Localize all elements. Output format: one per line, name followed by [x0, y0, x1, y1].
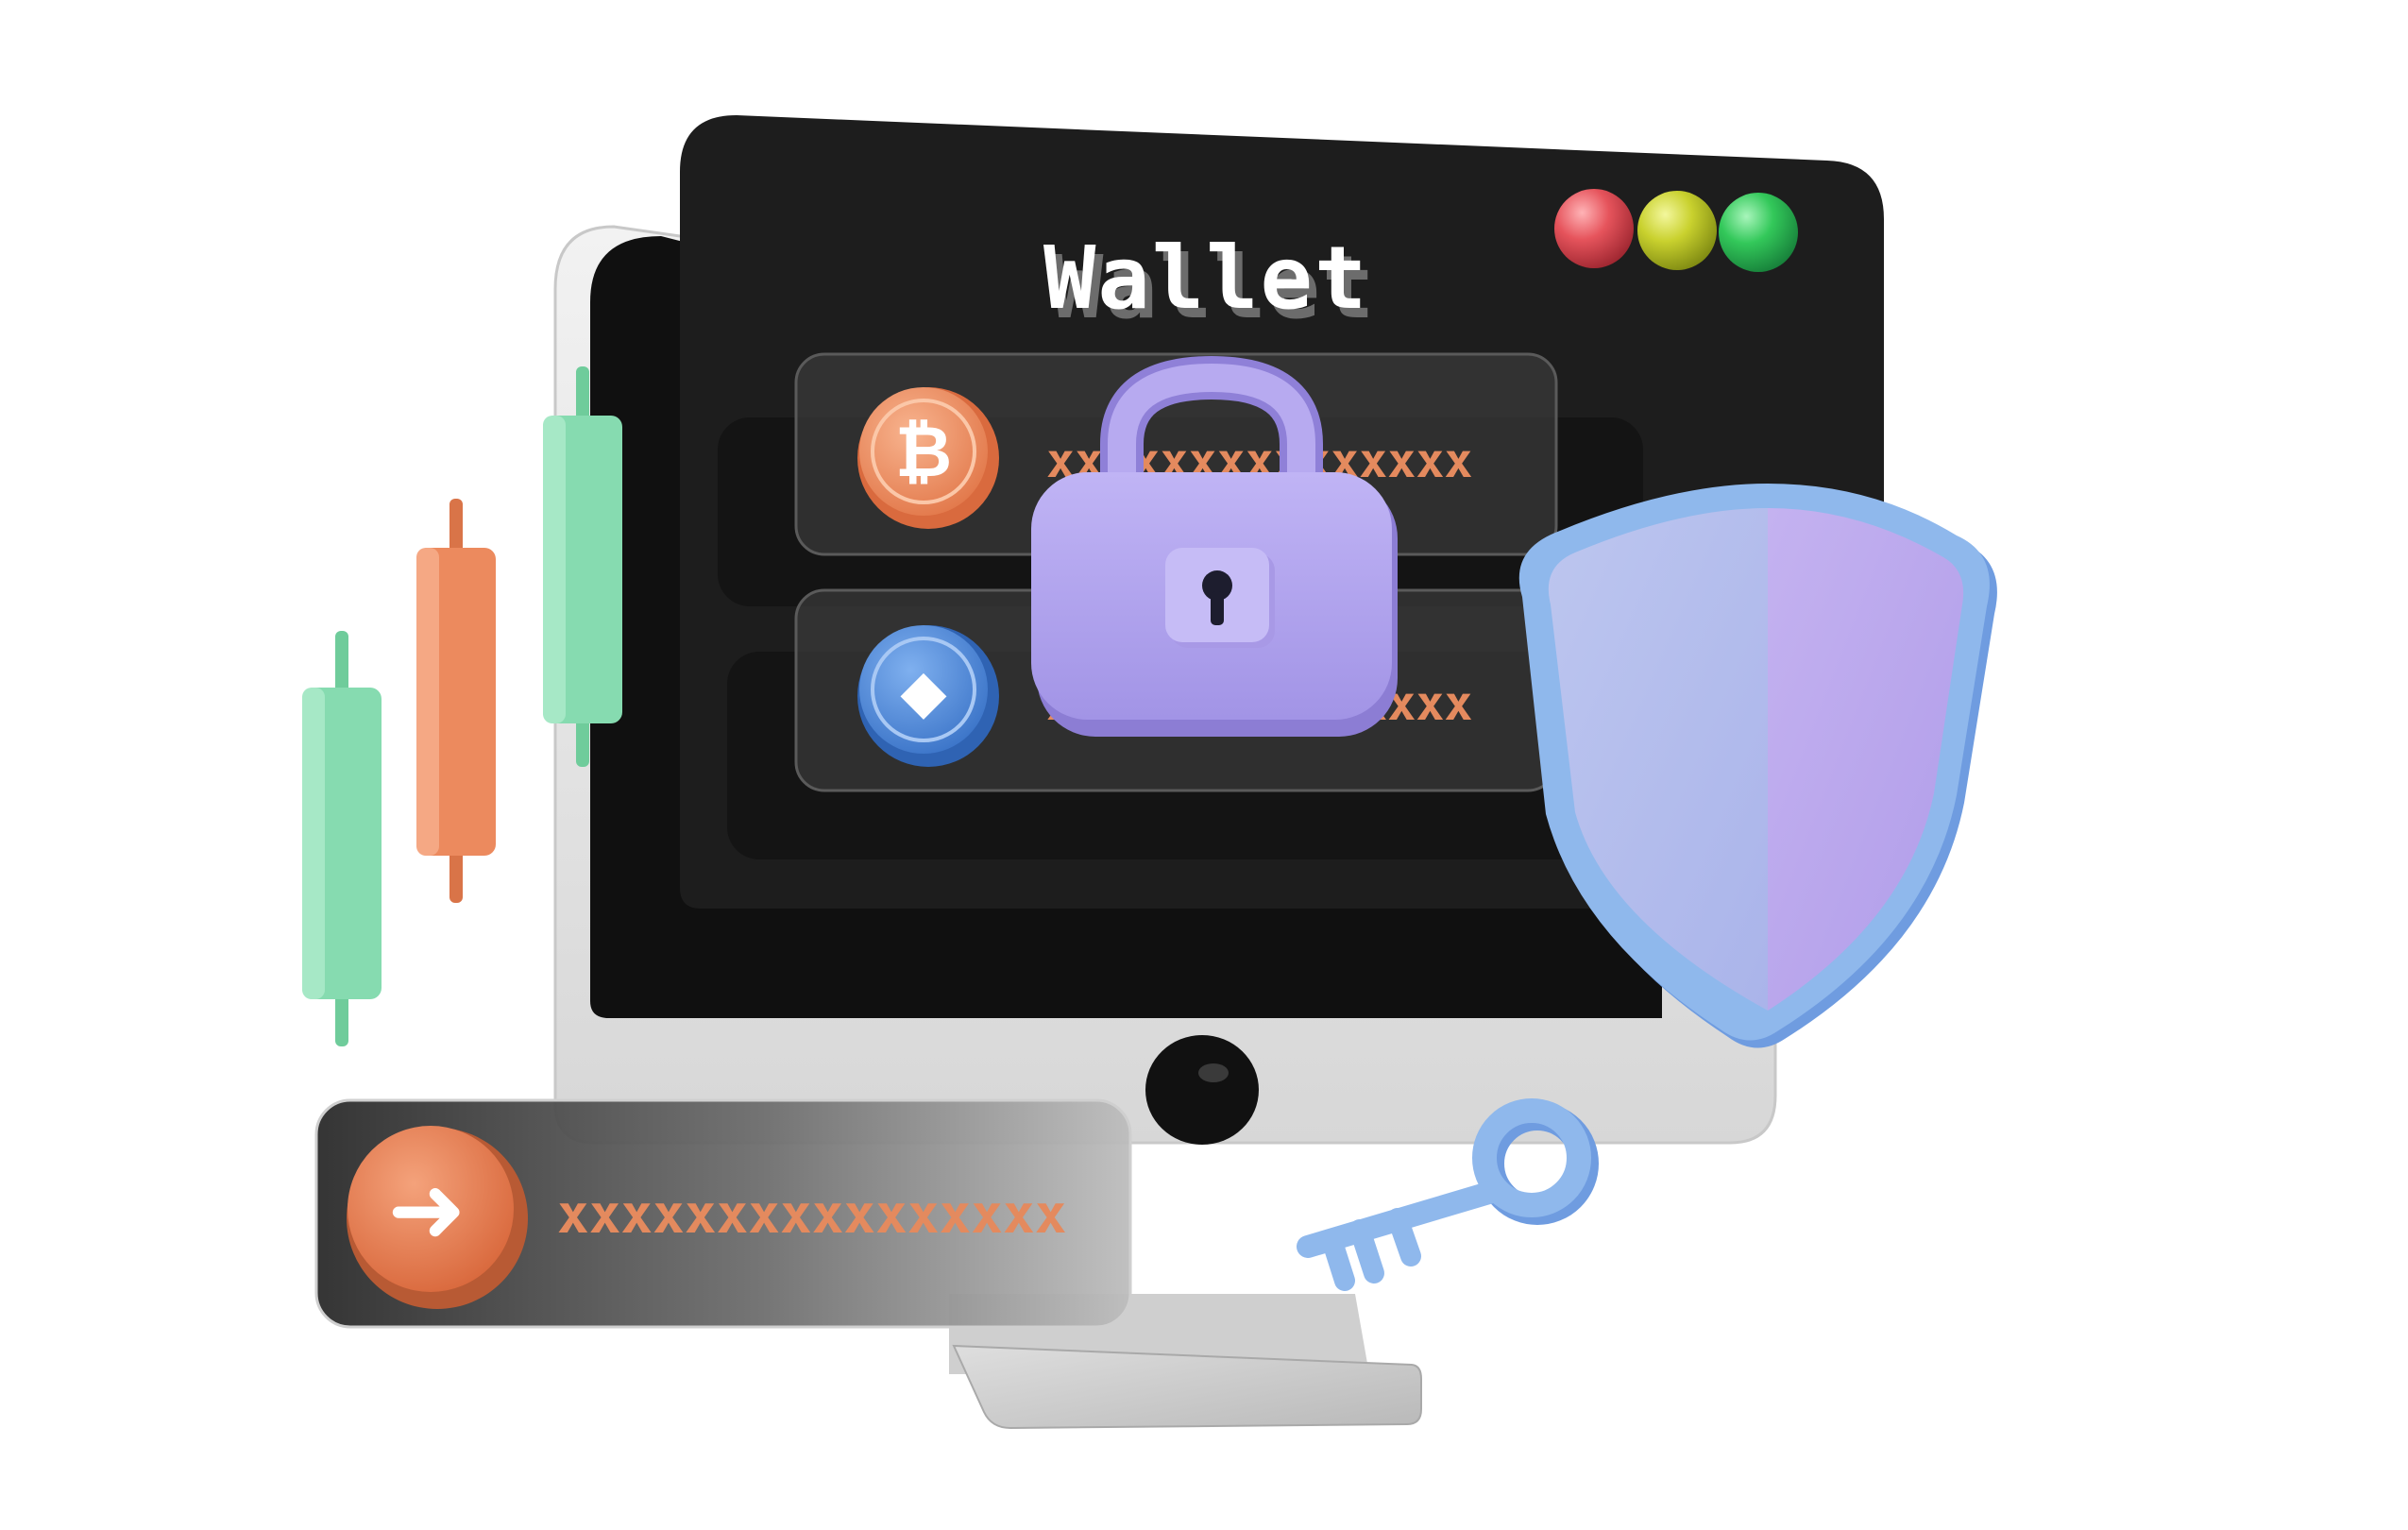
transfer-masked-address: xxxxxxxxxxxxxxxx [557, 1184, 1066, 1246]
close-button[interactable] [1554, 189, 1634, 268]
minimize-button[interactable] [1637, 191, 1717, 270]
transfer-bar[interactable]: ➜ xxxxxxxxxxxxxxxx [314, 1098, 1132, 1329]
ethereum-glyph: ◆ [900, 657, 947, 727]
bitcoin-glyph: ₿ [895, 412, 952, 493]
wallet-title: Wallet [1043, 228, 1368, 329]
candle-green-tall [543, 366, 622, 767]
candle-orange [416, 499, 496, 903]
bitcoin-coin-icon: ₿ [857, 387, 999, 529]
monitor-camera [1145, 1035, 1259, 1145]
illustration-stage: Wallet Wallet ₿ xxxxxxxxxxxxxxx ◆ ➜ xxxx… [0, 0, 2408, 1530]
candle-green-small [302, 631, 382, 1046]
crypto-wallet-security-illustration: Wallet Wallet ₿ xxxxxxxxxxxxxxx ◆ ➜ xxxx… [302, 115, 1997, 1430]
maximize-button[interactable] [1719, 193, 1798, 272]
window-buttons[interactable] [1554, 189, 1798, 272]
arrow-glyph: ➜ [387, 1154, 466, 1265]
ethereum-coin-icon: ◆ [857, 625, 999, 767]
